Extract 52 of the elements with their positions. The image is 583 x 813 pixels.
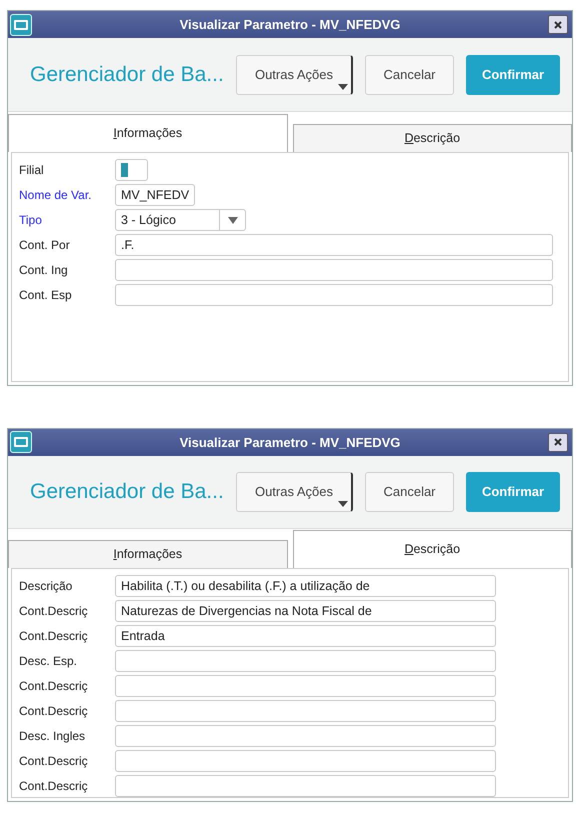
window-icon xyxy=(10,431,32,454)
tab[interactable]: Descrição xyxy=(292,124,572,152)
input-field[interactable] xyxy=(115,774,496,797)
field-label: Cont.Descriç xyxy=(19,752,89,770)
close-icon xyxy=(554,438,562,446)
cursor-icon xyxy=(121,163,128,177)
field-label: Filial xyxy=(19,162,45,179)
type-dropdown[interactable]: 3 - Lógico xyxy=(115,209,246,231)
branch-field[interactable] xyxy=(115,159,148,181)
window-title: Visualizar Parametro - MV_NFEDVG xyxy=(178,434,402,452)
field-label: Cont.Descriç xyxy=(19,702,89,720)
field-label: Cont.Descriç xyxy=(19,628,89,645)
close-button[interactable] xyxy=(548,15,568,34)
input-field[interactable]: .F. xyxy=(115,234,553,256)
caret-icon xyxy=(338,84,348,90)
input-field[interactable]: MV_NFEDV xyxy=(115,184,195,206)
more-actions-button[interactable]: Outras Ações xyxy=(236,472,353,512)
field-label: Nome de Var. xyxy=(19,187,92,204)
field-label: Cont.Descriç xyxy=(19,778,89,795)
app-heading: Gerenciador de Ba... xyxy=(30,62,225,88)
window-title: Visualizar Parametro - MV_NFEDVG xyxy=(178,16,402,34)
tab[interactable]: Informações xyxy=(8,114,288,152)
input-field[interactable] xyxy=(115,700,496,722)
input-field[interactable] xyxy=(115,259,553,281)
field-label: Descrição xyxy=(19,578,74,595)
input-field[interactable]: Habilita (.T.) ou desabilita (.F.) a utilização de xyxy=(115,574,496,597)
field-label: Tipo xyxy=(19,212,43,229)
tab[interactable]: Descrição xyxy=(292,530,572,568)
input-field[interactable] xyxy=(115,650,496,672)
app-heading: Gerenciador de Ba... xyxy=(30,478,225,505)
input-field[interactable]: Naturezas de Divergencias na Nota Fiscal de xyxy=(115,600,496,622)
field-label: Desc. Ingles xyxy=(19,728,86,745)
caret-icon xyxy=(338,500,348,507)
input-field[interactable] xyxy=(115,750,496,772)
field-label: Cont.Descriç xyxy=(19,678,89,695)
window-icon xyxy=(10,14,32,36)
caret-icon xyxy=(228,216,238,224)
field-label: Cont.Descriç xyxy=(19,602,89,620)
tab[interactable]: Informações xyxy=(8,540,288,568)
cancel-button[interactable]: Cancelar xyxy=(365,472,454,512)
field-label: Cont. Por xyxy=(19,237,71,254)
input-field[interactable] xyxy=(115,674,496,697)
input-field[interactable] xyxy=(115,724,496,747)
cancel-button[interactable]: Cancelar xyxy=(365,54,454,94)
more-actions-button[interactable]: Outras Ações xyxy=(236,54,353,94)
input-field[interactable] xyxy=(115,284,553,306)
field-label: Desc. Esp. xyxy=(19,652,78,670)
close-button[interactable] xyxy=(548,432,568,452)
input-field[interactable]: Entrada xyxy=(115,624,496,647)
field-label: Cont. Ing xyxy=(19,262,69,279)
field-label: Cont. Esp xyxy=(19,287,73,304)
close-icon xyxy=(554,20,562,28)
